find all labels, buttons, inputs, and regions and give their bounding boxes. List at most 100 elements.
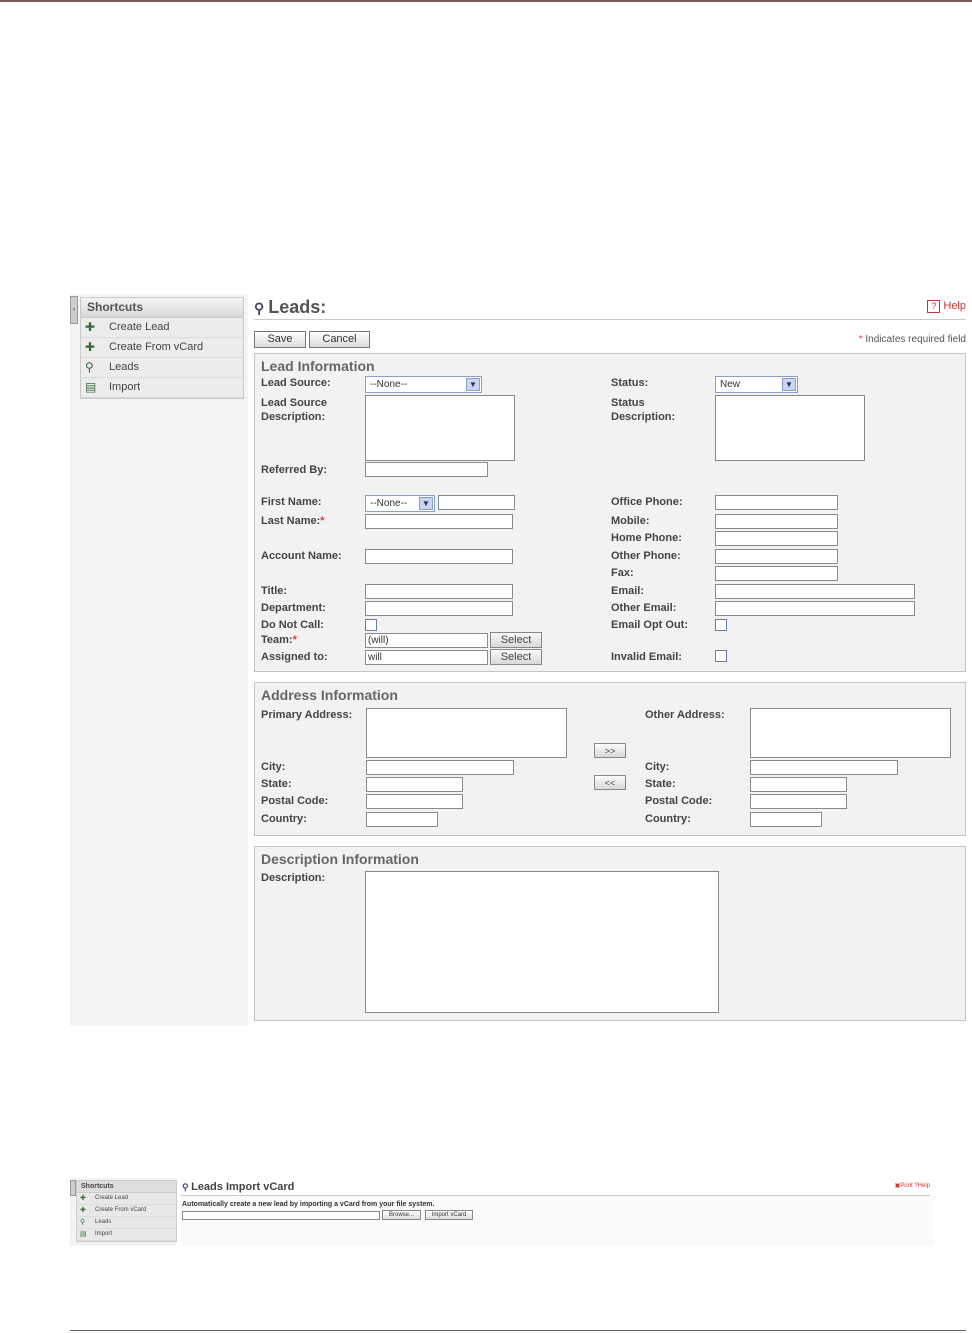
other-email-input[interactable]	[715, 601, 915, 616]
status-description-label: Status Description:	[611, 397, 676, 423]
lead-source-description-label: Lead Source Description:	[261, 397, 328, 423]
shortcut-create-from-vcard[interactable]: ✚ Create From vCard	[77, 1205, 176, 1217]
status-label: Status:	[611, 377, 649, 389]
shortcut-import[interactable]: ▤ Import	[81, 378, 243, 398]
invalid-email-checkbox[interactable]	[715, 650, 727, 662]
import-vcard-button[interactable]: Import vCard	[425, 1210, 473, 1220]
shortcut-import[interactable]: ▤ Import	[77, 1229, 176, 1241]
department-label: Department:	[261, 602, 326, 614]
shortcut-leads[interactable]: ⚲ Leads	[81, 358, 243, 378]
fax-label: Fax:	[611, 567, 634, 579]
help-link[interactable]: ?Help	[927, 300, 966, 313]
address-information-panel: Address Information Primary Address: Cit…	[254, 682, 966, 836]
description-label: Description:	[261, 872, 326, 884]
lead-source-description-textarea[interactable]	[365, 395, 515, 461]
home-phone-label: Home Phone:	[611, 532, 682, 544]
title-label: Title:	[261, 585, 288, 597]
sidebar-collapse-handle[interactable]: ‹	[70, 296, 78, 324]
shortcut-label: Leads	[109, 361, 139, 373]
shortcuts-heading: Shortcuts	[81, 298, 243, 318]
fax-input[interactable]	[715, 566, 838, 581]
do-not-call-checkbox[interactable]	[365, 619, 377, 631]
title-divider	[254, 319, 966, 320]
primary-country-label: Country:	[261, 813, 307, 825]
sidebar-background	[70, 294, 248, 1026]
help-link[interactable]: ?Help	[914, 1183, 930, 1189]
other-address-textarea[interactable]	[750, 708, 951, 758]
mobile-label: Mobile:	[611, 515, 650, 527]
print-link[interactable]: ▣Print	[895, 1183, 913, 1189]
description-textarea[interactable]	[365, 871, 719, 1013]
referred-by-label: Referred By:	[261, 464, 328, 476]
primary-address-textarea[interactable]	[366, 708, 567, 758]
copy-to-primary-button[interactable]: <<	[594, 775, 626, 790]
assigned-to-input[interactable]: will	[365, 650, 488, 665]
status-select[interactable]: New ▼	[715, 376, 798, 393]
shortcut-create-lead[interactable]: ✚ Create Lead	[81, 318, 243, 338]
shortcut-label: Create From vCard	[109, 341, 204, 353]
other-postal-code-input[interactable]	[750, 794, 847, 809]
assigned-to-select-button[interactable]: Select	[490, 649, 542, 665]
other-phone-label: Other Phone:	[611, 550, 681, 562]
panel-title: Lead Information	[261, 358, 375, 374]
other-city-input[interactable]	[750, 760, 898, 775]
title-input[interactable]	[365, 584, 513, 599]
office-phone-label: Office Phone:	[611, 496, 683, 508]
last-name-input[interactable]	[365, 514, 513, 529]
other-state-input[interactable]	[750, 777, 847, 792]
create-vcard-icon: ✚	[85, 340, 96, 354]
office-phone-input[interactable]	[715, 495, 838, 510]
create-vcard-icon: ✚	[80, 1207, 86, 1214]
cancel-button[interactable]: Cancel	[309, 331, 370, 348]
email-input[interactable]	[715, 584, 915, 599]
primary-country-input[interactable]	[366, 812, 438, 827]
vcard-file-input[interactable]	[182, 1211, 380, 1220]
assigned-to-label: Assigned to:	[261, 651, 328, 663]
other-email-label: Other Email:	[611, 602, 677, 614]
team-input[interactable]: (will)	[365, 633, 488, 648]
import-icon: ▤	[80, 1231, 87, 1238]
other-country-input[interactable]	[750, 812, 822, 827]
top-rule	[0, 0, 972, 2]
lead-information-panel: Lead Information Lead Source: --None-- ▼…	[254, 353, 966, 672]
shortcut-label: Create Lead	[109, 321, 170, 333]
other-phone-input[interactable]	[715, 549, 838, 564]
status-description-textarea[interactable]	[715, 395, 865, 461]
primary-city-input[interactable]	[366, 760, 514, 775]
leads-search-icon: ⚲	[182, 1182, 192, 1192]
import-vcard-screenshot: Shortcuts ✚ Create Lead ✚ Create From vCar…	[70, 1178, 936, 1248]
mobile-input[interactable]	[715, 514, 838, 529]
leads-form-screenshot: ‹ Shortcuts ✚ Create Lead ✚ Create From …	[70, 294, 966, 1026]
shortcuts-heading: Shortcuts	[77, 1181, 176, 1193]
create-lead-icon: ✚	[80, 1195, 86, 1202]
first-name-input[interactable]	[438, 495, 515, 510]
shortcut-leads[interactable]: ⚲ Leads	[77, 1217, 176, 1229]
help-label: Help	[943, 300, 966, 312]
primary-postal-code-input[interactable]	[366, 794, 463, 809]
account-name-input[interactable]	[365, 549, 513, 564]
lead-source-label: Lead Source:	[261, 377, 331, 389]
other-city-label: City:	[645, 761, 670, 773]
create-lead-icon: ✚	[85, 320, 96, 334]
shortcut-create-from-vcard[interactable]: ✚ Create From vCard	[81, 338, 243, 358]
primary-state-input[interactable]	[366, 777, 463, 792]
email-opt-out-label: Email Opt Out:	[611, 619, 688, 631]
email-label: Email:	[611, 585, 645, 597]
do-not-call-label: Do Not Call:	[261, 619, 324, 631]
other-postal-code-label: Postal Code:	[645, 795, 713, 807]
copy-to-other-button[interactable]: >>	[594, 743, 626, 758]
save-button[interactable]: Save	[254, 331, 306, 348]
description-information-panel: Description Information Description:	[254, 846, 966, 1021]
other-address-label: Other Address:	[645, 709, 725, 721]
shortcut-create-lead[interactable]: ✚ Create Lead	[77, 1193, 176, 1205]
browse-button[interactable]: Browse...	[382, 1210, 421, 1220]
department-input[interactable]	[365, 601, 513, 616]
primary-state-label: State:	[261, 778, 292, 790]
lead-source-select[interactable]: --None-- ▼	[365, 376, 482, 393]
team-select-button[interactable]: Select	[490, 632, 542, 648]
referred-by-input[interactable]	[365, 462, 488, 477]
salutation-select[interactable]: --None-- ▼	[365, 495, 435, 512]
home-phone-input[interactable]	[715, 531, 838, 546]
email-opt-out-checkbox[interactable]	[715, 619, 727, 631]
leads-icon: ⚲	[80, 1219, 86, 1226]
